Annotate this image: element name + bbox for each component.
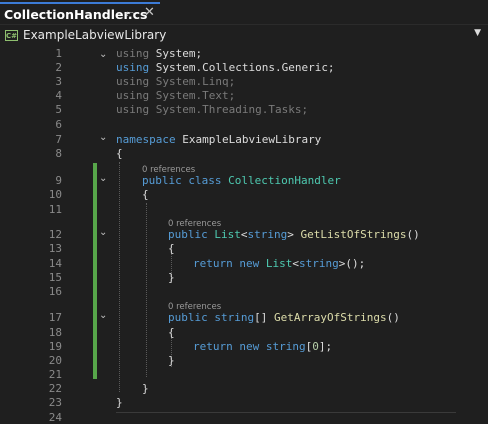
- code-line-12: public List<string> GetListOfStrings(): [168, 228, 420, 241]
- code-line-9: public class CollectionHandler: [142, 174, 341, 187]
- code-line-5: using System.Threading.Tasks;: [116, 103, 309, 116]
- line-number: 24: [48, 411, 62, 424]
- line-number: 23: [48, 396, 62, 409]
- indent-guide: [146, 203, 147, 377]
- navigation-bar: C# ExampleLabviewLibrary ▼: [0, 26, 488, 47]
- csharp-project-icon: C#: [5, 30, 18, 41]
- line-number: 19: [48, 340, 62, 353]
- line-number: 17: [48, 311, 62, 324]
- code-line-8: {: [116, 147, 123, 160]
- code-line-3: using System.Linq;: [116, 75, 236, 88]
- line-number: 9: [55, 174, 62, 187]
- code-line-1: using System;: [116, 47, 203, 60]
- code-line-17: public string[] GetArrayOfStrings(): [168, 311, 400, 324]
- code-line-18: {: [168, 326, 175, 339]
- line-number: 14: [48, 257, 62, 270]
- code-line-4: using System.Text;: [116, 89, 236, 102]
- line-number: 5: [55, 103, 62, 116]
- line-number: 12: [48, 228, 62, 241]
- code-line-2: using System.Collections.Generic;: [116, 61, 335, 74]
- fold-chevron-icon[interactable]: ⌄: [99, 310, 107, 321]
- line-number: 3: [55, 75, 62, 88]
- line-number: 7: [55, 133, 62, 146]
- code-line-10: {: [142, 188, 149, 201]
- code-line-7: namespace ExampleLabviewLibrary: [116, 133, 322, 146]
- fold-chevron-icon[interactable]: ⌄: [99, 227, 107, 238]
- line-number: 21: [48, 368, 62, 381]
- line-number: 11: [48, 203, 62, 216]
- line-number: 18: [48, 326, 62, 339]
- line-number: 2: [55, 61, 62, 74]
- code-line-19: return new string[0];: [193, 340, 333, 353]
- pin-icon[interactable]: ⬿: [125, 6, 135, 21]
- separator: [116, 412, 456, 413]
- project-dropdown[interactable]: C# ExampleLabviewLibrary ▼: [3, 28, 485, 44]
- line-number: 15: [48, 271, 62, 284]
- chevron-down-icon[interactable]: ▼: [474, 28, 481, 38]
- fold-chevron-icon[interactable]: ⌄: [99, 132, 107, 143]
- indent-guide: [119, 162, 120, 392]
- code-editor[interactable]: ⌄ ⌄ ⌄ ⌄ ⌄ 1 2 3 4 5 6 7 8 9 10 11 12 13 14 15 16 17 18 19 2…: [0, 46, 488, 424]
- code-line-22: }: [142, 382, 149, 395]
- tab-collectionhandler[interactable]: CollectionHandler.cs ⬿ ✕: [0, 2, 160, 24]
- line-number: 1: [55, 47, 62, 60]
- code-line-14: return new List<string>();: [193, 257, 366, 270]
- line-number: 20: [48, 354, 62, 367]
- tab-bar: CollectionHandler.cs ⬿ ✕: [0, 0, 488, 25]
- change-indicator: [93, 163, 97, 379]
- line-number: 13: [48, 242, 62, 255]
- code-line-20: }: [168, 354, 175, 367]
- line-number: 22: [48, 382, 62, 395]
- code-line-23: }: [116, 396, 123, 409]
- fold-chevron-icon[interactable]: ⌄: [99, 173, 107, 184]
- fold-chevron-icon[interactable]: ⌄: [99, 49, 107, 60]
- line-number: 8: [55, 147, 62, 160]
- project-name: ExampleLabviewLibrary: [23, 28, 167, 42]
- line-number: 6: [55, 118, 62, 131]
- close-icon[interactable]: ✕: [144, 5, 155, 20]
- code-line-13: {: [168, 242, 175, 255]
- line-number: 16: [48, 285, 62, 298]
- code-line-15: }: [168, 271, 175, 284]
- line-number: 10: [48, 188, 62, 201]
- line-number: 4: [55, 89, 62, 102]
